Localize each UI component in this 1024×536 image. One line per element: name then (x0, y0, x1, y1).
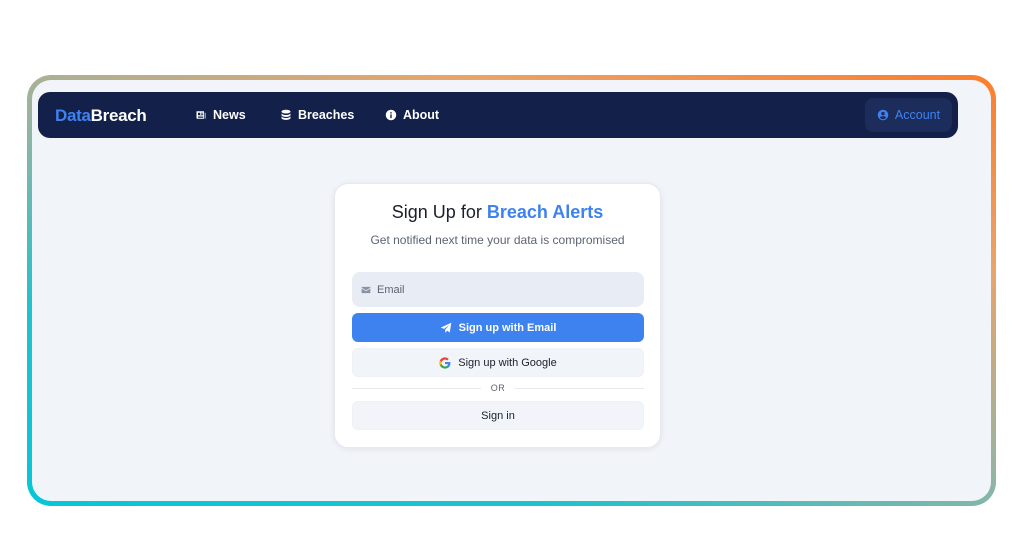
info-circle-icon (385, 109, 397, 121)
nav-breaches-label: Breaches (298, 108, 355, 122)
or-divider: OR (352, 382, 644, 394)
nav-news-link[interactable]: News (195, 108, 246, 122)
account-button[interactable]: Account (865, 98, 952, 132)
envelope-icon (361, 286, 371, 293)
email-input[interactable] (377, 283, 637, 296)
divider-line-right (515, 387, 644, 389)
signup-email-label: Sign up with Email (458, 321, 557, 334)
signup-subtitle: Get notified next time your data is comp… (370, 233, 625, 247)
nav-about-link[interactable]: About (385, 108, 439, 122)
nav-breaches-link[interactable]: Breaches (280, 108, 354, 122)
signup-google-label: Sign up with Google (458, 356, 557, 369)
account-label: Account (894, 108, 941, 122)
google-icon (439, 356, 451, 369)
signup-title-accent: Breach Alerts (486, 202, 604, 222)
gradient-frame: DataBreach News Breaches About Account S… (27, 75, 996, 506)
divider-or-text: OR (490, 383, 506, 393)
signup-card: Sign Up for Breach Alerts Get notified n… (334, 183, 661, 448)
nav-news-label: News (213, 108, 246, 122)
signup-google-button[interactable]: Sign up with Google (352, 348, 644, 377)
signup-title-prefix: Sign Up for (391, 202, 487, 222)
signup-title: Sign Up for Breach Alerts (335, 202, 660, 223)
brand-part-data: Data (55, 106, 91, 125)
user-circle-icon (877, 109, 889, 121)
nav-about-label: About (403, 108, 440, 122)
email-field[interactable] (352, 272, 644, 307)
divider-line-left (352, 387, 481, 389)
signup-email-button[interactable]: Sign up with Email (352, 313, 644, 342)
brand-logo[interactable]: DataBreach (55, 106, 147, 126)
top-navbar: DataBreach News Breaches About Account (38, 92, 958, 138)
database-icon (281, 109, 291, 120)
signin-button[interactable]: Sign in (352, 401, 644, 430)
paper-plane-icon (440, 322, 451, 333)
brand-part-breach: Breach (90, 106, 147, 125)
signin-label: Sign in (481, 409, 515, 422)
app-viewport: DataBreach News Breaches About Account S… (32, 80, 991, 501)
newspaper-icon (196, 111, 206, 119)
